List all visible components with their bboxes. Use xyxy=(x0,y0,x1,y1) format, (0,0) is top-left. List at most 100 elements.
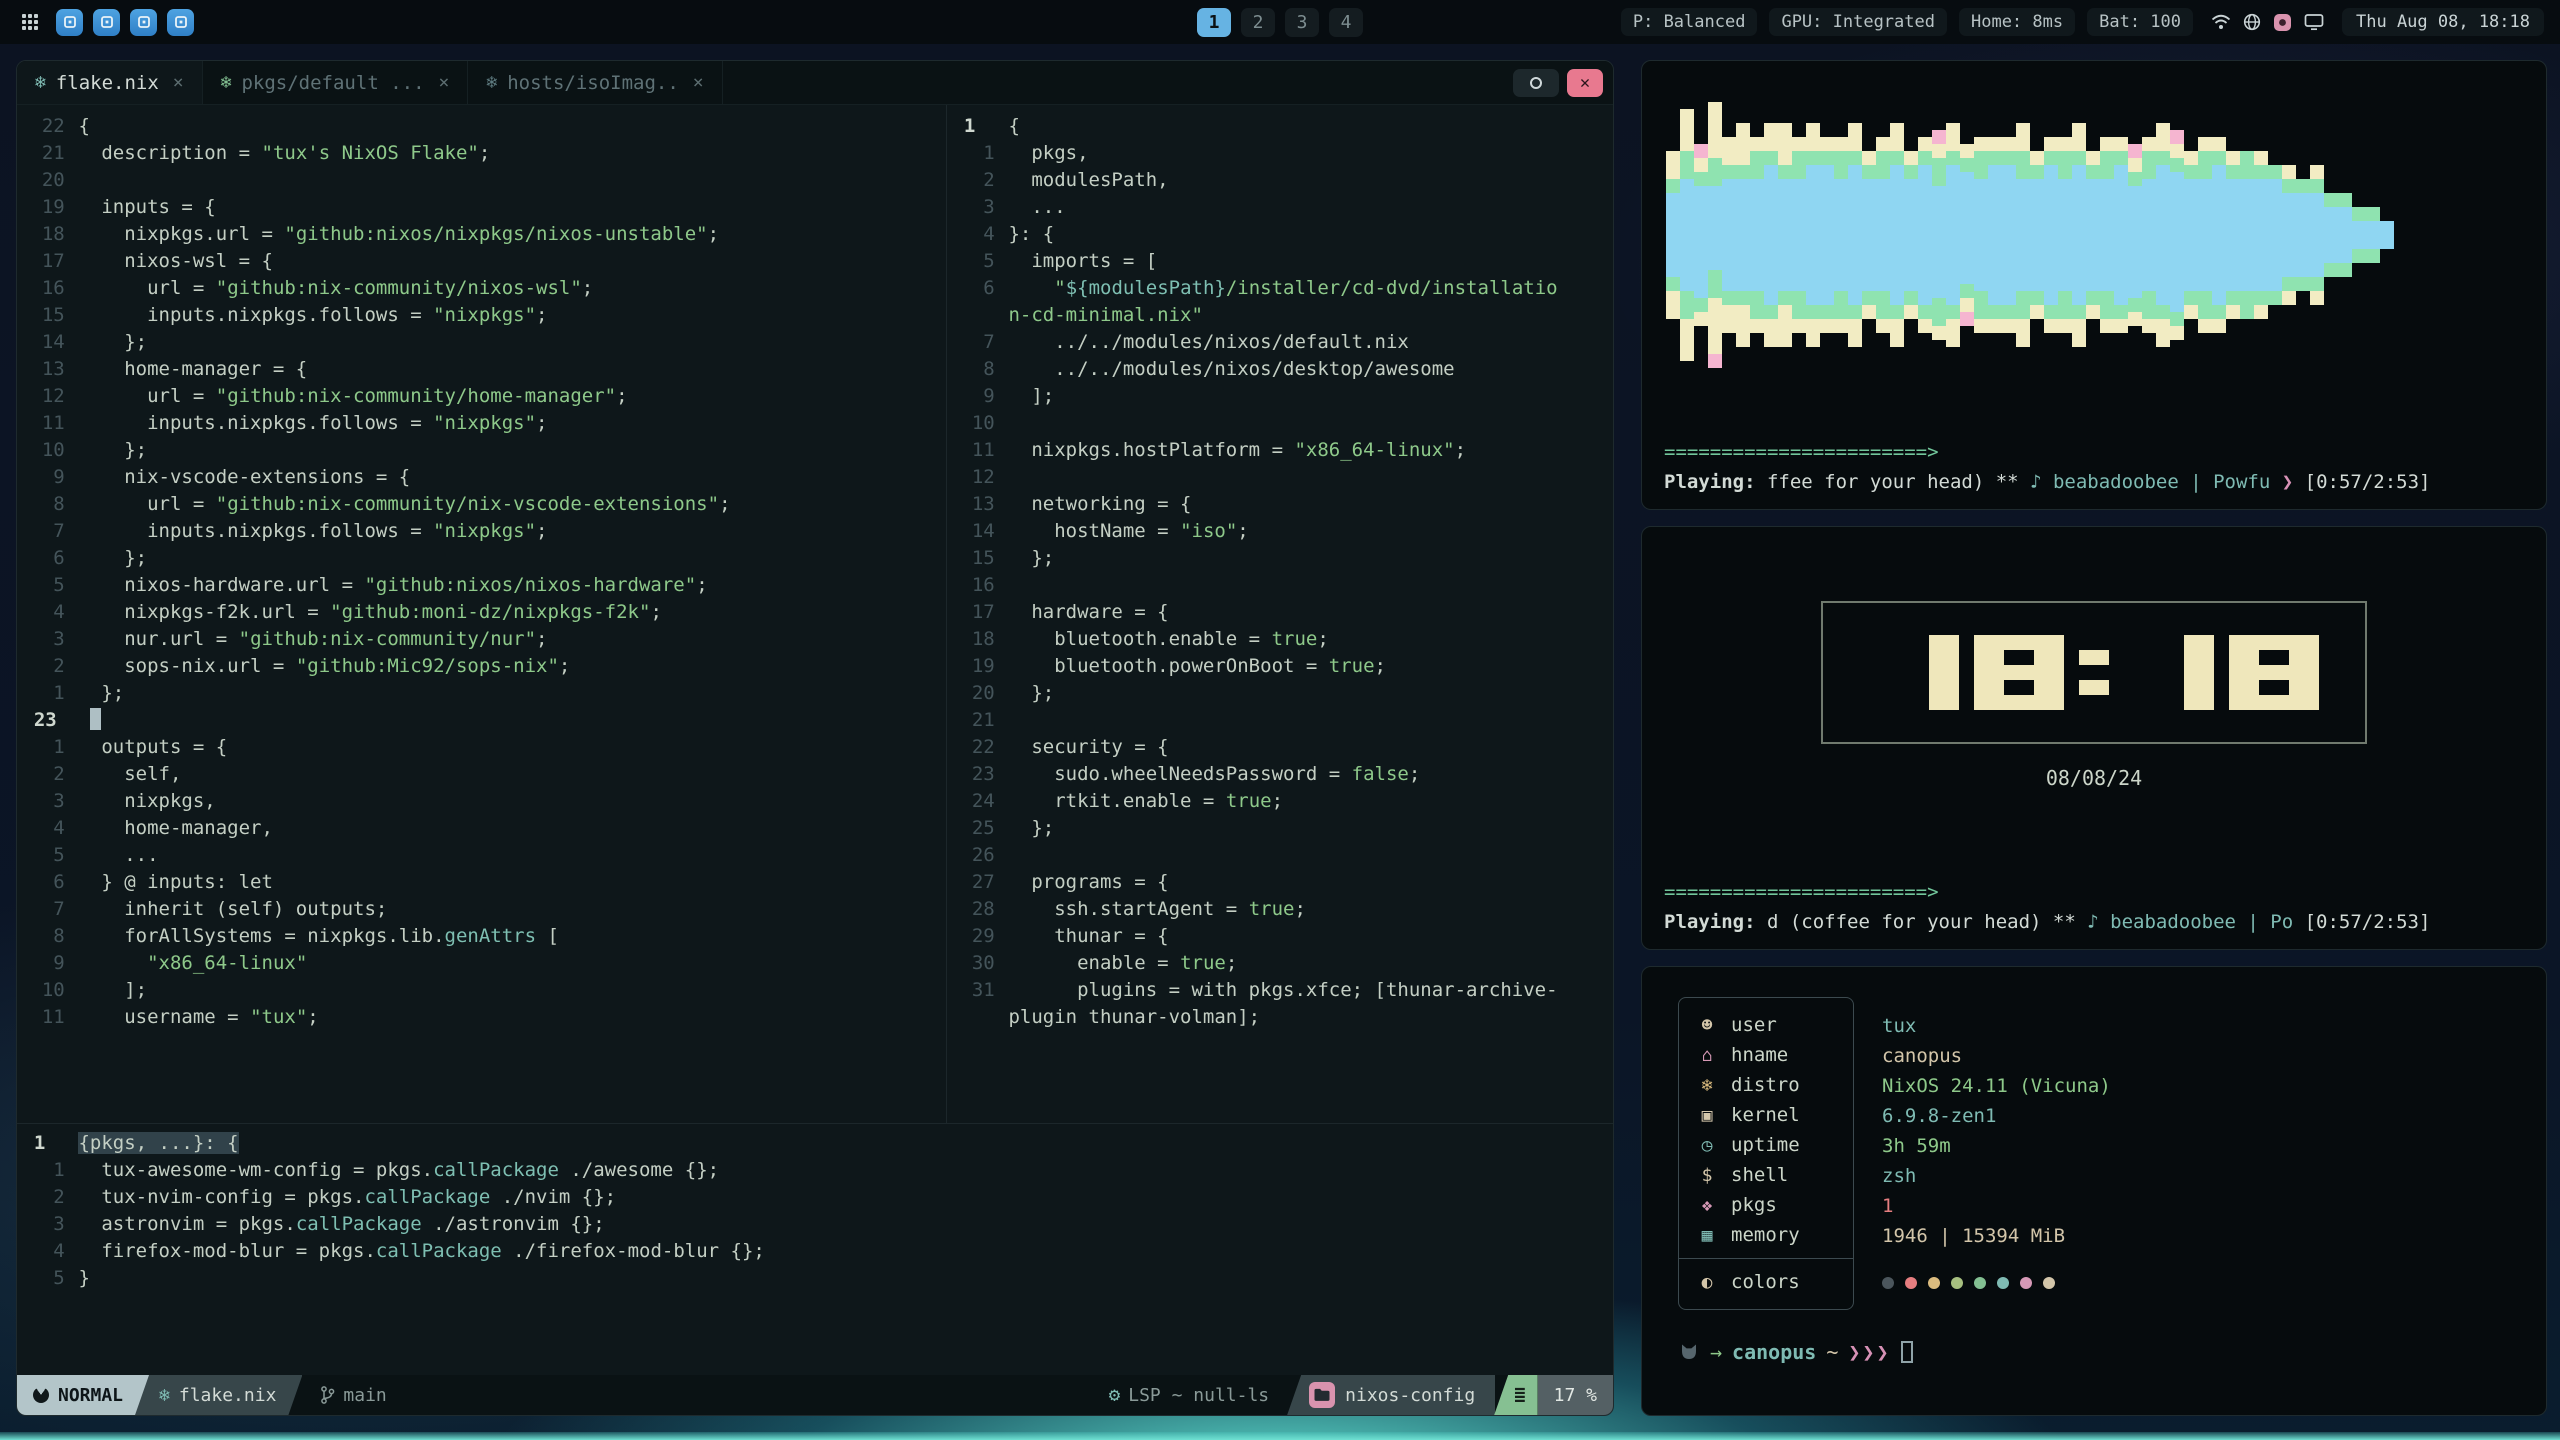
code-line[interactable]: 7 inputs.nixpkgs.follows = "nixpkgs"; xyxy=(27,518,946,545)
statusline-project[interactable]: nixos-config xyxy=(1287,1375,1495,1415)
recorder-icon[interactable] xyxy=(2273,13,2292,32)
code-line[interactable]: 2 tux-nvim-config = pkgs.callPackage ./n… xyxy=(27,1184,1613,1211)
code-line[interactable]: 29 thunar = { xyxy=(957,923,1613,950)
tab-close-icon[interactable]: × xyxy=(173,72,184,93)
code-line[interactable]: 19 inputs = { xyxy=(27,194,946,221)
code-line[interactable]: 1 pkgs, xyxy=(957,140,1613,167)
code-line[interactable]: 19 bluetooth.powerOnBoot = true; xyxy=(957,653,1613,680)
code-line[interactable]: 9 nix-vscode-extensions = { xyxy=(27,464,946,491)
workspace-app-icon[interactable] xyxy=(167,9,194,36)
tab-close-icon[interactable]: × xyxy=(693,72,704,93)
code-line[interactable]: 2 modulesPath, xyxy=(957,167,1613,194)
code-line[interactable]: 22{ xyxy=(27,113,946,140)
code-line[interactable]: 30 enable = true; xyxy=(957,950,1613,977)
code-line[interactable]: 17 hardware = { xyxy=(957,599,1613,626)
wifi-icon[interactable] xyxy=(2211,14,2231,30)
code-line[interactable]: 22 security = { xyxy=(957,734,1613,761)
code-line[interactable]: 3 astronvim = pkgs.callPackage ./astronv… xyxy=(27,1211,1613,1238)
code-line[interactable]: 23 sudo.wheelNeedsPassword = false; xyxy=(957,761,1613,788)
code-line[interactable]: 3 ... xyxy=(957,194,1613,221)
code-line[interactable]: 7 inherit (self) outputs; xyxy=(27,896,946,923)
code-line[interactable]: 6 "${modulesPath}/installer/cd-dvd/insta… xyxy=(957,275,1613,302)
code-line[interactable]: 10 ]; xyxy=(27,977,946,1004)
code-line[interactable]: 1 outputs = { xyxy=(27,734,946,761)
code-line[interactable]: 9 ]; xyxy=(957,383,1613,410)
statusline-filename[interactable]: ❄ flake.nix xyxy=(135,1375,302,1415)
code-line[interactable]: 8 ../../modules/nixos/desktop/awesome xyxy=(957,356,1613,383)
datetime-widget[interactable]: Thu Aug 08, 18:18 xyxy=(2342,8,2544,36)
code-line[interactable]: 3 nur.url = "github:nix-community/nur"; xyxy=(27,626,946,653)
workspace-button-2[interactable]: 2 xyxy=(1241,8,1275,37)
code-line[interactable]: 23 xyxy=(27,707,946,734)
editor-tab-flake-nix[interactable]: ❄flake.nix× xyxy=(17,61,203,104)
code-line[interactable]: 20 }; xyxy=(957,680,1613,707)
code-line[interactable]: 21 xyxy=(957,707,1613,734)
code-line[interactable]: 20 xyxy=(27,167,946,194)
code-line[interactable]: 12 xyxy=(957,464,1613,491)
code-line[interactable]: 13 home-manager = { xyxy=(27,356,946,383)
code-line[interactable]: 18 nixpkgs.url = "github:nixos/nixpkgs/n… xyxy=(27,221,946,248)
editor-pane-flake[interactable]: 22{21 description = "tux's NixOS Flake";… xyxy=(17,105,947,1123)
workspace-app-icon[interactable] xyxy=(130,9,157,36)
titlebar-close-button[interactable]: ✕ xyxy=(1567,69,1603,97)
code-line[interactable]: 6 } @ inputs: let xyxy=(27,869,946,896)
code-line[interactable]: 18 bluetooth.enable = true; xyxy=(957,626,1613,653)
code-line[interactable]: 2 sops-nix.url = "github:Mic92/sops-nix"… xyxy=(27,653,946,680)
code-line[interactable]: 5 nixos-hardware.url = "github:nixos/nix… xyxy=(27,572,946,599)
shell-prompt[interactable]: → canopus ~ ❯❯❯ xyxy=(1678,1340,2510,1364)
editor-tab-hosts-isoImag-[interactable]: ❄hosts/isoImag..× xyxy=(468,61,722,104)
tab-close-icon[interactable]: × xyxy=(439,72,450,93)
code-line[interactable]: 12 url = "github:nix-community/home-mana… xyxy=(27,383,946,410)
editor-tab-pkgs-default-[interactable]: ❄pkgs/default ...× xyxy=(203,61,469,104)
globe-icon[interactable] xyxy=(2243,13,2261,31)
code-line[interactable]: 5 ... xyxy=(27,842,946,869)
code-line[interactable]: 8 forAllSystems = nixpkgs.lib.genAttrs [ xyxy=(27,923,946,950)
workspace-button-1[interactable]: 1 xyxy=(1197,8,1231,37)
code-line[interactable]: 14 }; xyxy=(27,329,946,356)
code-line[interactable]: 1 }; xyxy=(27,680,946,707)
code-line[interactable]: 25 }; xyxy=(957,815,1613,842)
code-line[interactable]: 9 "x86_64-linux" xyxy=(27,950,946,977)
code-line[interactable]: 4 nixpkgs-f2k.url = "github:moni-dz/nixp… xyxy=(27,599,946,626)
code-line[interactable]: 13 networking = { xyxy=(957,491,1613,518)
code-line[interactable]: 4 home-manager, xyxy=(27,815,946,842)
editor-pane-iso-image[interactable]: 1{1 pkgs,2 modulesPath,3 ...4}: {5 impor… xyxy=(947,105,1613,1123)
code-line[interactable]: 10 xyxy=(957,410,1613,437)
code-line[interactable]: 15 inputs.nixpkgs.follows = "nixpkgs"; xyxy=(27,302,946,329)
code-line[interactable]: 28 ssh.startAgent = true; xyxy=(957,896,1613,923)
code-line[interactable]: 3 nixpkgs, xyxy=(27,788,946,815)
code-line[interactable]: 7 ../../modules/nixos/default.nix xyxy=(957,329,1613,356)
statusline-git-branch[interactable]: main xyxy=(302,1375,404,1415)
code-line[interactable]: 15 }; xyxy=(957,545,1613,572)
code-line[interactable]: 8 url = "github:nix-community/nix-vscode… xyxy=(27,491,946,518)
code-line[interactable]: 27 programs = { xyxy=(957,869,1613,896)
code-line[interactable]: 1{pkgs, ...}: { xyxy=(27,1130,1613,1157)
code-line[interactable]: 11 inputs.nixpkgs.follows = "nixpkgs"; xyxy=(27,410,946,437)
code-line[interactable]: 1{ xyxy=(957,113,1613,140)
code-line[interactable]: n-cd-minimal.nix" xyxy=(957,302,1613,329)
titlebar-toggle-button[interactable] xyxy=(1513,69,1559,97)
editor-pane-pkgs-default[interactable]: 1{pkgs, ...}: {1 tux-awesome-wm-config =… xyxy=(17,1123,1613,1375)
code-line[interactable]: 10 }; xyxy=(27,437,946,464)
code-line[interactable]: 21 description = "tux's NixOS Flake"; xyxy=(27,140,946,167)
code-line[interactable]: 5} xyxy=(27,1265,1613,1292)
workspace-app-icon[interactable] xyxy=(56,9,83,36)
code-line[interactable]: 24 rtkit.enable = true; xyxy=(957,788,1613,815)
code-line[interactable]: 11 nixpkgs.hostPlatform = "x86_64-linux"… xyxy=(957,437,1613,464)
code-line[interactable]: 17 nixos-wsl = { xyxy=(27,248,946,275)
workspace-app-icon[interactable] xyxy=(93,9,120,36)
code-line[interactable]: 2 self, xyxy=(27,761,946,788)
workspace-button-4[interactable]: 4 xyxy=(1329,8,1363,37)
code-line[interactable]: plugin thunar-volman]; xyxy=(957,1004,1613,1031)
code-line[interactable]: 14 hostName = "iso"; xyxy=(957,518,1613,545)
code-line[interactable]: 5 imports = [ xyxy=(957,248,1613,275)
workspace-button-3[interactable]: 3 xyxy=(1285,8,1319,37)
code-line[interactable]: 16 url = "github:nix-community/nixos-wsl… xyxy=(27,275,946,302)
code-line[interactable]: 4 firefox-mod-blur = pkgs.callPackage ./… xyxy=(27,1238,1613,1265)
code-line[interactable]: 31 plugins = with pkgs.xfce; [thunar-arc… xyxy=(957,977,1613,1004)
code-line[interactable]: 26 xyxy=(957,842,1613,869)
code-line[interactable]: 4}: { xyxy=(957,221,1613,248)
code-line[interactable]: 6 }; xyxy=(27,545,946,572)
app-launcher-icon[interactable] xyxy=(16,8,44,36)
code-line[interactable]: 11 username = "tux"; xyxy=(27,1004,946,1031)
